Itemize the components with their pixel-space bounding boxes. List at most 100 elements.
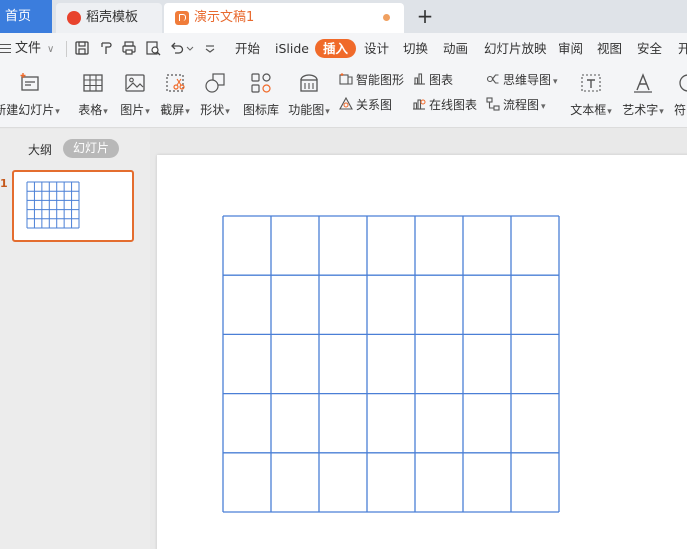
dropdown-arrow-icon: ▾ (607, 107, 612, 117)
undo-dropdown-icon[interactable] (185, 40, 195, 56)
tab-bar: 首页 稻壳模板 演示文稿1 + (0, 0, 687, 33)
slide-thumbnail[interactable] (12, 170, 134, 242)
text-box-icon (579, 71, 603, 95)
mind-map-icon (486, 72, 500, 86)
tab-templates[interactable]: 稻壳模板 (56, 3, 162, 33)
unsaved-dot-icon (383, 14, 390, 21)
customize-toolbar-icon[interactable] (202, 40, 218, 56)
new-tab-button[interactable]: + (415, 4, 435, 28)
editing-canvas (150, 129, 687, 549)
art-text-label: 艺术字 (622, 103, 659, 117)
new-slide-button[interactable]: 新建幻灯片▾ (0, 68, 60, 124)
smart-shape-label: 智能图形 (356, 73, 405, 87)
menu-animation[interactable]: 动画 (443, 33, 468, 64)
tab-home[interactable]: 首页 (0, 0, 52, 33)
function-chart-icon (297, 71, 321, 95)
icon-library-label: 图标库 (242, 103, 279, 117)
print-icon[interactable] (121, 40, 137, 56)
slides-tab[interactable]: 幻灯片 (63, 139, 120, 158)
new-slide-icon (18, 71, 42, 95)
symbol-label: 符 (674, 103, 687, 117)
text-box-label: 文本框 (570, 103, 607, 117)
chart-button[interactable]: 图表 (412, 70, 453, 90)
menu-start[interactable]: 开始 (235, 33, 260, 64)
menu-security[interactable]: 安全 (637, 33, 662, 64)
menu-islide[interactable]: iSlide (275, 33, 309, 64)
art-text-button[interactable]: 艺术字▾ (620, 68, 666, 124)
flow-chart-label: 流程图 (503, 98, 540, 112)
chart-label: 图表 (429, 73, 454, 87)
function-chart-label: 功能图 (288, 103, 325, 117)
dropdown-arrow-icon: ▾ (553, 77, 558, 87)
presentation-icon (175, 11, 189, 25)
dropdown-arrow-icon: ▾ (55, 107, 60, 117)
insert-ribbon: 新建幻灯片▾ 表格▾ 图片▾ 截屏▾ 形状▾ 图标库 功能图▾ 智能图形 图表 … (0, 64, 687, 128)
docer-logo-icon (67, 11, 81, 25)
dropdown-arrow-icon: ▾ (659, 107, 664, 117)
symbol-icon (676, 71, 687, 95)
menu-review[interactable]: 审阅 (558, 33, 583, 64)
dropdown-arrow-icon: ▾ (103, 107, 108, 117)
relation-chart-icon (339, 96, 353, 111)
symbol-button[interactable]: 符 (674, 68, 687, 124)
new-slide-label: 新建幻灯片 (0, 103, 55, 117)
screenshot-label: 截屏 (160, 103, 185, 117)
menu-bar: 文件 ∨ 开始 iSlide 插入 设计 切换 动画 幻灯片放映 审阅 视图 安全… (0, 33, 687, 64)
art-text-icon (631, 71, 655, 95)
menu-design[interactable]: 设计 (364, 33, 389, 64)
chevron-down-icon: ∨ (47, 44, 55, 55)
smart-shape-icon (339, 72, 353, 86)
table-button[interactable]: 表格▾ (76, 68, 110, 124)
smart-shape-button[interactable]: 智能图形 (339, 70, 404, 90)
slide-number: 1 (0, 177, 8, 190)
icon-library-button[interactable]: 图标库 (241, 68, 281, 124)
slide[interactable] (157, 155, 687, 549)
slides-panel: 大纲 幻灯片 1 (0, 129, 150, 549)
screenshot-icon (163, 71, 187, 95)
format-painter-icon[interactable] (98, 40, 114, 56)
online-chart-button[interactable]: 在线图表 (412, 95, 477, 115)
mind-map-button[interactable]: 思维导图 ▾ (486, 70, 558, 90)
flow-chart-button[interactable]: 流程图 ▾ (486, 95, 546, 115)
picture-label: 图片 (120, 103, 145, 117)
function-chart-button[interactable]: 功能图▾ (287, 68, 331, 124)
online-chart-label: 在线图表 (429, 98, 478, 112)
icon-library-icon (249, 71, 273, 95)
menu-view[interactable]: 视图 (597, 33, 622, 64)
picture-icon (123, 71, 147, 95)
chart-icon (412, 72, 426, 86)
table-icon (81, 71, 105, 95)
dropdown-arrow-icon: ▾ (541, 102, 546, 112)
relation-chart-label: 关系图 (356, 98, 393, 112)
mind-map-label: 思维导图 (503, 73, 552, 87)
screenshot-button[interactable]: 截屏▾ (158, 68, 192, 124)
divider (66, 41, 67, 57)
flow-chart-icon (486, 97, 500, 111)
inserted-table[interactable] (157, 155, 687, 549)
file-menu-label: 文件 (15, 41, 42, 56)
menu-insert[interactable]: 插入 (315, 39, 357, 58)
table-label: 表格 (78, 103, 103, 117)
tab-document[interactable]: 演示文稿1 (164, 3, 404, 33)
menu-slideshow[interactable]: 幻灯片放映 (484, 33, 547, 64)
text-box-button[interactable]: 文本框▾ (568, 68, 614, 124)
shape-icon (203, 71, 227, 95)
save-icon[interactable] (74, 40, 90, 56)
menu-more[interactable]: 开 (678, 33, 687, 64)
dropdown-arrow-icon: ▾ (145, 107, 150, 117)
dropdown-arrow-icon: ▾ (185, 107, 190, 117)
undo-icon[interactable] (169, 40, 185, 56)
hamburger-icon (0, 44, 11, 53)
shape-button[interactable]: 形状▾ (198, 68, 232, 124)
relation-chart-button[interactable]: 关系图 (339, 95, 392, 115)
picture-button[interactable]: 图片▾ (118, 68, 152, 124)
file-menu[interactable]: 文件 ∨ (0, 33, 54, 64)
menu-transition[interactable]: 切换 (403, 33, 428, 64)
dropdown-arrow-icon: ▾ (325, 107, 330, 117)
dropdown-arrow-icon: ▾ (225, 107, 230, 117)
thumbnail-table (26, 181, 80, 229)
outline-tab[interactable]: 大纲 (28, 141, 52, 158)
shape-label: 形状 (200, 103, 225, 117)
tab-document-label: 演示文稿1 (194, 10, 255, 25)
print-preview-icon[interactable] (145, 40, 161, 56)
